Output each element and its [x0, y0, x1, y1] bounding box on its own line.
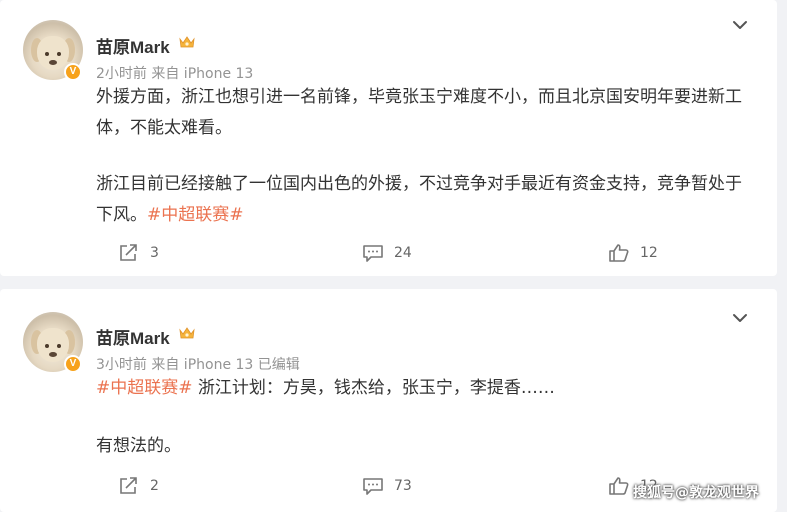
- watermark: 搜狐号@敦龙观世界: [633, 485, 759, 501]
- comment-count: 73: [394, 478, 412, 494]
- comment-button[interactable]: 73: [362, 475, 412, 497]
- username[interactable]: 苗原Mark: [96, 324, 170, 349]
- crown-icon: [179, 36, 195, 48]
- post-card: V 苗原Mark 2小时前 来自 iPhone 13 外援方面，浙江也想引进一名…: [0, 0, 777, 276]
- hashtag-link[interactable]: #中超联赛#: [96, 378, 193, 398]
- thumbs-up-icon: [609, 477, 629, 495]
- post-text: #中超联赛# 浙江计划：方昊，钱杰给，张玉宁，李提香……: [96, 373, 756, 404]
- repost-button[interactable]: 2: [118, 475, 159, 497]
- repost-icon: [120, 244, 137, 261]
- repost-count: 2: [150, 478, 159, 494]
- post-meta: 3小时前 来自 iPhone 13 已编辑: [96, 357, 300, 373]
- post-text: 有想法的。: [96, 436, 181, 456]
- chevron-down-icon[interactable]: [731, 309, 749, 327]
- post-text: 外援方面，浙江也想引进一名前锋，毕竟张玉宁难度不小，而且北京国安明年要进新工体，…: [96, 87, 742, 138]
- repost-icon: [120, 477, 137, 494]
- post-text: 浙江目前已经接触了一位国内出色的外援，不过竞争对手最近有资金支持，竞争暂处于下风…: [96, 169, 756, 231]
- post-card: V 苗原Mark 3小时前 来自 iPhone 13 已编辑 #中超联赛# 浙江…: [0, 289, 777, 512]
- post-meta: 2小时前 来自 iPhone 13: [96, 66, 254, 82]
- comment-icon: [363, 245, 383, 262]
- hashtag-link[interactable]: #中超联赛#: [147, 205, 244, 225]
- repost-count: 3: [150, 245, 159, 261]
- chevron-down-icon[interactable]: [731, 16, 749, 34]
- username[interactable]: 苗原Mark: [96, 33, 170, 58]
- comment-count: 24: [394, 245, 412, 261]
- like-count: 12: [640, 245, 658, 261]
- comment-icon: [363, 478, 383, 495]
- thumbs-up-icon: [609, 244, 629, 262]
- repost-button[interactable]: 3: [118, 242, 159, 264]
- post-text-body: 浙江计划：方昊，钱杰给，张玉宁，李提香……: [192, 378, 555, 398]
- crown-icon: [179, 327, 195, 339]
- comment-button[interactable]: 24: [362, 242, 412, 264]
- verified-badge-icon: V: [64, 63, 82, 81]
- verified-badge-icon: V: [64, 355, 82, 373]
- like-button[interactable]: 12: [608, 242, 658, 264]
